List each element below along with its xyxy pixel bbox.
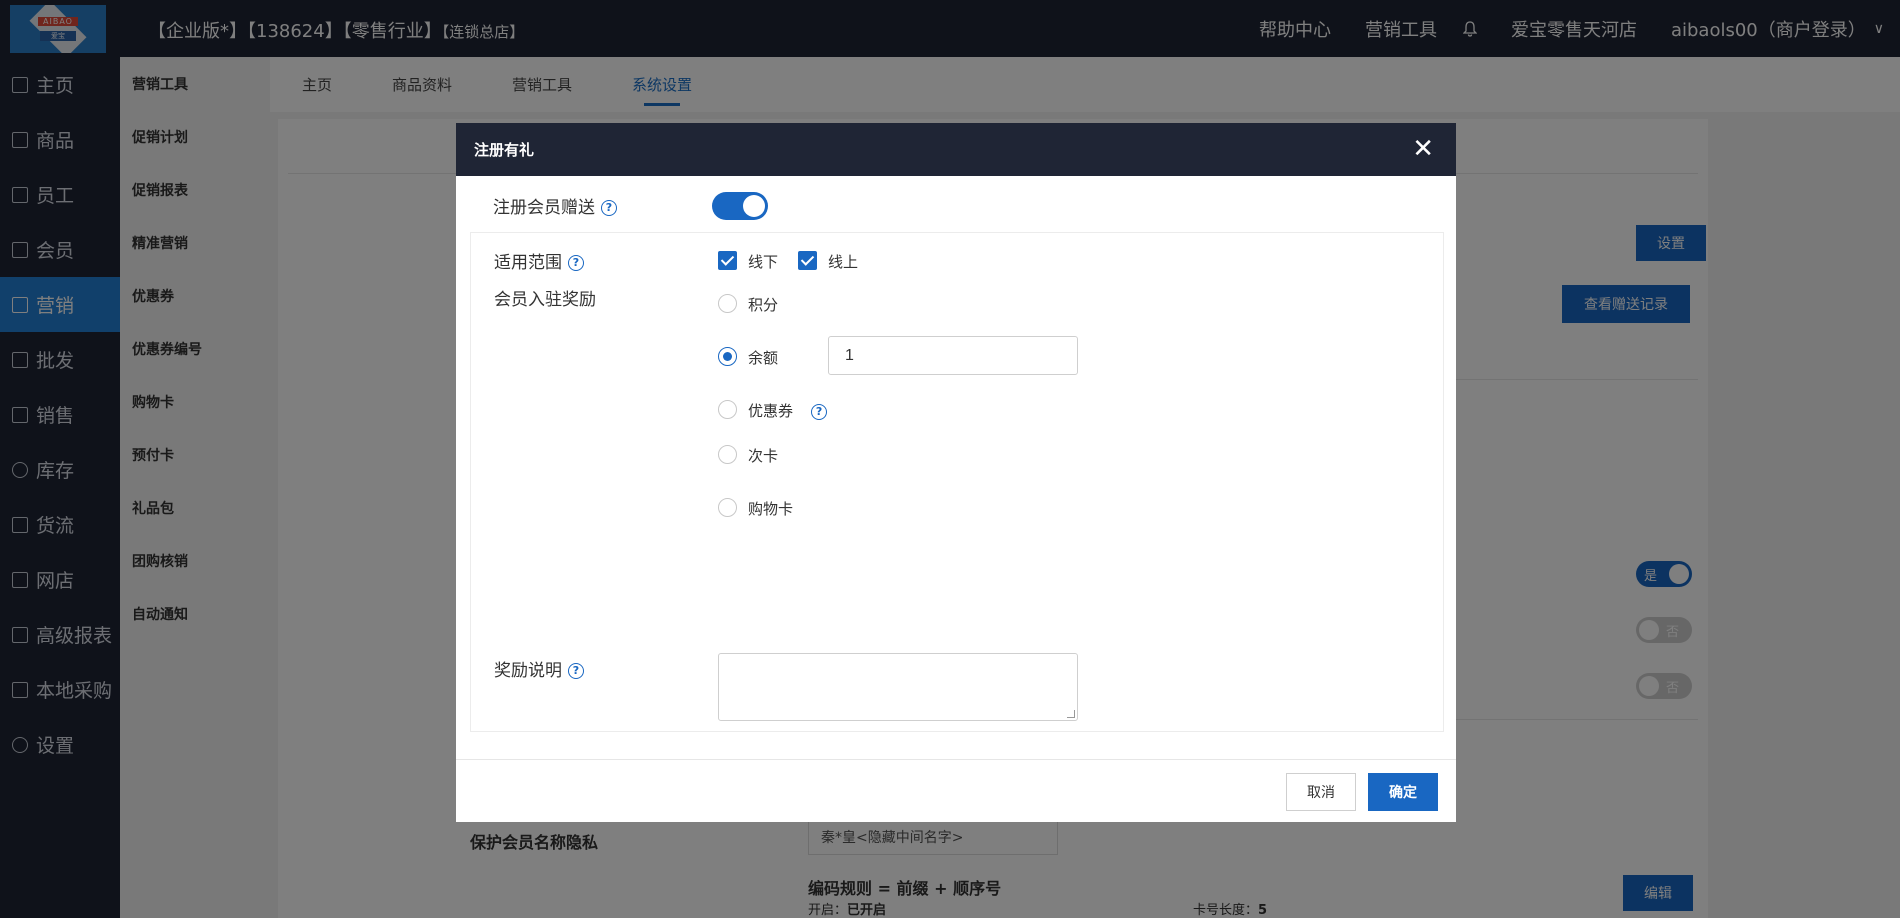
offline-checkbox[interactable]	[718, 251, 737, 270]
help-icon[interactable]: ?	[568, 663, 584, 679]
option-shopping-card-label: 购物卡	[748, 500, 794, 518]
offline-label: 线下	[748, 253, 779, 271]
desc-text: 奖励说明	[494, 661, 562, 681]
balance-input-value: 1	[845, 346, 854, 364]
option-balance-label: 余额	[748, 349, 779, 367]
scope-label: 适用范围?	[494, 248, 584, 273]
cancel-button[interactable]: 取消	[1286, 773, 1356, 811]
radio-shopping-card[interactable]	[718, 498, 737, 517]
radio-balance[interactable]	[718, 347, 737, 366]
register-gift-label: 注册会员赠送?	[493, 193, 617, 218]
reward-description-textarea[interactable]	[718, 653, 1078, 721]
dialog-header: 注册有礼 ✕	[456, 123, 1456, 176]
radio-times-card[interactable]	[718, 445, 737, 464]
help-icon[interactable]: ?	[811, 403, 828, 420]
reward-label: 会员入驻奖励	[494, 290, 596, 310]
dialog-title: 注册有礼	[474, 141, 535, 159]
option-coupon-label: 优惠券?	[748, 400, 828, 421]
scope-text: 适用范围	[494, 253, 562, 273]
radio-coupon[interactable]	[718, 400, 737, 419]
register-gift-dialog: 注册有礼 ✕ 注册会员赠送? 适用范围? 线下 线上 会员入驻奖励 积分 余额 …	[456, 123, 1456, 822]
option-points-label: 积分	[748, 296, 779, 314]
radio-points[interactable]	[718, 294, 737, 313]
confirm-button[interactable]: 确定	[1368, 773, 1438, 811]
online-checkbox[interactable]	[798, 251, 817, 270]
help-icon[interactable]: ?	[601, 200, 617, 216]
register-gift-toggle[interactable]	[712, 192, 768, 220]
register-gift-text: 注册会员赠送	[493, 198, 595, 218]
option-times-card-label: 次卡	[748, 447, 779, 465]
desc-label: 奖励说明?	[494, 656, 584, 681]
help-icon[interactable]: ?	[568, 255, 584, 271]
balance-input[interactable]: 1	[828, 336, 1078, 375]
online-label: 线上	[828, 253, 859, 271]
close-icon[interactable]: ✕	[1412, 135, 1434, 163]
option-coupon-text: 优惠券	[748, 402, 794, 420]
